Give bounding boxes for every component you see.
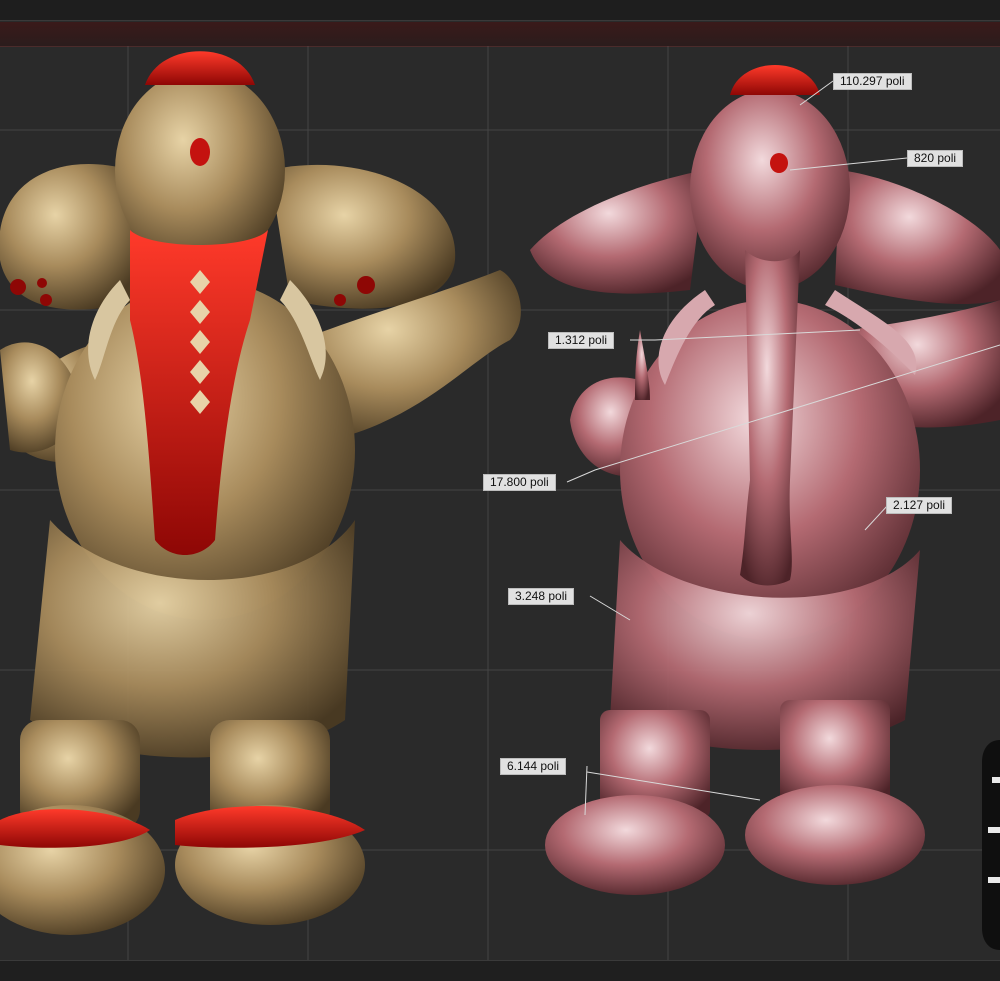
bottom-toolbar xyxy=(0,960,1000,981)
lowpoly-elephant-model xyxy=(530,65,1000,895)
side-tool-icon[interactable] xyxy=(982,740,1000,950)
zbrush-viewport[interactable]: 110.297 poli 820 poli 1.312 poli 17.800 … xyxy=(0,0,1000,981)
callout-arm-polycount: 17.800 poli xyxy=(483,474,556,491)
sculpted-elephant-model xyxy=(0,51,521,935)
callout-feet-polycount: 6.144 poli xyxy=(500,758,567,775)
callout-bindi-polycount: 820 poli xyxy=(907,150,964,167)
callout-hand-polycount: 1.312 poli xyxy=(548,332,615,349)
callout-head-polycount: 110.297 poli xyxy=(833,73,912,90)
callout-body-polycount: 2.127 poli xyxy=(886,497,953,514)
callout-cloth-polycount: 3.248 poli xyxy=(508,588,575,605)
